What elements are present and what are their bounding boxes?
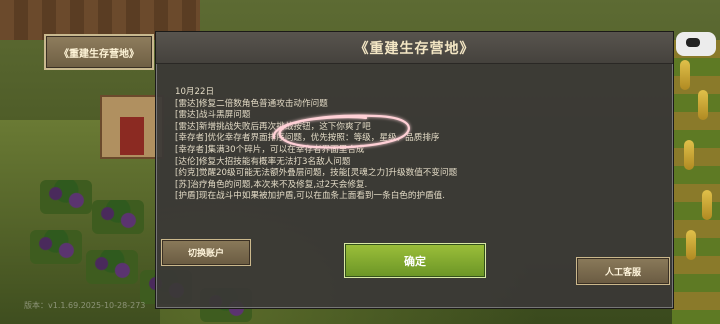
grape-vine <box>30 230 82 264</box>
note-line: [幸存者]集满30个碎片，可以在幸存者界面里合成 <box>175 144 365 155</box>
note-line: [达伦]修复大招技能有概率无法打3名敌人问题 <box>175 156 351 167</box>
note-line: [雷达]战斗黑屏问题 <box>175 110 251 121</box>
update-notes: 10月22日 [雷达]修复二倍数角色普通攻击动作问题 [雷达]战斗黑屏问题 [雷… <box>175 87 655 203</box>
note-line: [雷达]修复二倍数角色普通攻击动作问题 <box>175 98 328 109</box>
note-line: [雷达]新增挑战失败后再次挑战按钮，这下你爽了吧 <box>175 121 371 132</box>
note-line: [苏]治疗角色的问题,本次来不及修复,过2天会修复. <box>175 179 368 190</box>
grape-vine <box>92 200 144 234</box>
corn-plant <box>702 190 712 220</box>
dialog-title: 《重建生存营地》 <box>354 40 475 57</box>
switch-account-button[interactable]: 切换账户 <box>161 239 251 266</box>
version-label: 版本：v1.1.69.2025-10-28-273 <box>24 301 146 310</box>
confirm-button[interactable]: 确定 <box>344 243 486 278</box>
note-line: [约克]觉醒20级可能无法额外叠层问题，技能[灵魂之力]升级数值不变问题 <box>175 168 458 179</box>
corn-plant <box>698 90 708 120</box>
note-line: [幸存者]优化幸存者界面排序问题，优先按照：等级，星级，品质排序 <box>175 133 440 144</box>
corn-plant <box>686 230 696 260</box>
cow <box>676 32 716 56</box>
note-line: [护盾]现在战斗中如果被加护盾,可以在血条上面看到一条白色的护盾值. <box>175 191 445 202</box>
notes-date: 10月22日 <box>175 87 215 97</box>
corn-plant <box>684 140 694 170</box>
grape-vine <box>86 250 138 284</box>
game-title-button[interactable]: 《重建生存营地》 <box>44 34 154 70</box>
grape-vine <box>40 180 92 214</box>
farmhouse-door <box>120 117 144 155</box>
corn-plant <box>680 60 690 90</box>
dialog-header: 《重建生存营地》 <box>156 32 673 64</box>
customer-service-button[interactable]: 人工客服 <box>576 257 670 285</box>
